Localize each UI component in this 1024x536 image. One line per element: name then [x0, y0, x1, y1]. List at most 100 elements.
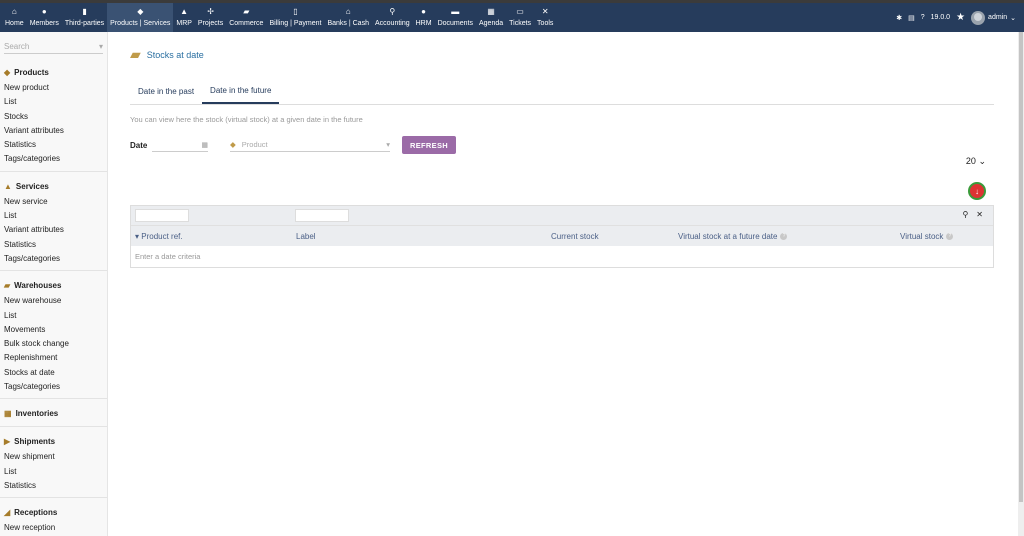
user-name: admin — [988, 14, 1008, 21]
menu-item-label: Tools — [537, 20, 554, 27]
sort-desc-icon: ▾ — [135, 232, 140, 241]
filter-bar: Date ▦ ◆ Product ▾ REFRESH — [130, 136, 994, 154]
boxes-icon: ▰ — [4, 281, 11, 291]
print-icon[interactable]: ▤ — [908, 14, 915, 22]
table-header-row: ▾ Product ref. Label Current stock Virtu… — [131, 225, 993, 246]
bookmark-star-icon[interactable]: ★ — [956, 12, 965, 23]
menu-item-tools[interactable]: ✕ Tools — [534, 3, 556, 32]
menu-item-label: HRM — [415, 20, 432, 27]
sidebar-item-variant-attributes[interactable]: Variant attributes — [0, 124, 107, 138]
sidebar-section-label: Warehouses — [14, 281, 62, 291]
ticket-icon: ▭ — [516, 7, 524, 16]
box-icon: ▰ — [130, 46, 141, 62]
page-size-select[interactable]: 20 ⌄ — [966, 156, 986, 167]
sidebar-section-title[interactable]: ▦ Inventories — [0, 405, 107, 422]
sidebar-item-replenishment[interactable]: Replenishment — [0, 351, 107, 365]
help-icon[interactable]: ? — [921, 14, 925, 21]
menu-item-products-services[interactable]: ◆ Products | Services — [107, 3, 174, 32]
menu-item-label: Members — [29, 20, 59, 27]
menu-item-projects[interactable]: ✢ Projects — [195, 3, 226, 32]
label-filter-input[interactable] — [295, 209, 349, 222]
menu-item-commerce[interactable]: ▰ Commerce — [226, 3, 266, 32]
sidebar-section-title[interactable]: ▲ Services — [0, 178, 107, 195]
product-ref-filter-input[interactable] — [135, 209, 189, 222]
briefcase-icon: ▰ — [243, 7, 250, 16]
sidebar-item-list[interactable]: List — [0, 209, 107, 223]
sidebar-section-products: ◆ Products New product List Stocks Variant at… — [0, 64, 107, 172]
menu-item-hrm[interactable]: ● HRM — [413, 3, 435, 32]
avatar — [971, 10, 986, 25]
sidebar-item-new-shipment[interactable]: New shipment — [0, 450, 107, 464]
boxes-stacked-icon: ▦ — [4, 409, 12, 419]
search-icon[interactable]: ⚲ — [962, 210, 968, 219]
cube-icon: ◆ — [4, 68, 11, 77]
product-select[interactable]: ◆ Product ▾ — [230, 138, 390, 152]
empty-message-row: Enter a date criteria — [131, 246, 993, 267]
menu-item-label: Commerce — [229, 20, 264, 27]
menu-item-agenda[interactable]: ▦ Agenda — [476, 3, 506, 32]
close-icon[interactable]: ✕ — [976, 210, 983, 219]
sidebar-item-stocks[interactable]: Stocks — [0, 110, 107, 124]
sidebar-item-statistics[interactable]: Statistics — [0, 138, 107, 152]
tab-date-in-the-future[interactable]: Date in the future — [202, 79, 280, 104]
sidebar-item-new-product[interactable]: New product — [0, 81, 107, 95]
column-product-ref[interactable]: ▾ Product ref. — [135, 232, 183, 241]
sidebar-section-title[interactable]: ◆ Products — [0, 64, 107, 81]
version-label: 19.0.0 — [930, 14, 951, 21]
column-virtual-stock-future[interactable]: Virtual stock at a future date? — [678, 232, 788, 241]
date-field[interactable]: ▦ — [152, 138, 208, 152]
sidebar-item-new-service[interactable]: New service — [0, 195, 107, 209]
sidebar-section-title[interactable]: ◢ Receptions — [0, 504, 107, 521]
tab-date-in-the-past[interactable]: Date in the past — [130, 79, 202, 104]
sidebar-item-movements[interactable]: Movements — [0, 323, 107, 337]
menu-item-third-parties[interactable]: ▮ Third-parties — [62, 3, 107, 32]
sidebar-section-title[interactable]: ▶ Shipments — [0, 433, 107, 450]
sidebar-item-tags-categories[interactable]: Tags/categories — [0, 252, 107, 266]
page-title-text: Stocks at date — [146, 49, 204, 60]
menu-item-tickets[interactable]: ▭ Tickets — [506, 3, 534, 32]
sidebar-item-list[interactable]: List — [0, 309, 107, 323]
sidebar-item-tags-categories[interactable]: Tags/categories — [0, 380, 107, 394]
sidebar-item-list[interactable]: List — [0, 465, 107, 479]
user-menu[interactable]: admin ⌄ — [971, 10, 1016, 25]
help-icon: ? — [946, 233, 954, 241]
menu-item-documents[interactable]: ▬ Documents — [435, 3, 476, 32]
refresh-button[interactable]: REFRESH — [402, 136, 456, 154]
sidebar-item-new-warehouse[interactable]: New warehouse — [0, 294, 107, 308]
sidebar-item-tags-categories[interactable]: Tags/categories — [0, 152, 107, 166]
column-current-stock[interactable]: Current stock — [551, 232, 599, 241]
search-input[interactable]: Search — [4, 42, 29, 51]
sidebar-section-title[interactable]: ▰ Warehouses — [0, 277, 107, 294]
sidebar-item-new-reception[interactable]: New reception — [0, 521, 107, 535]
export-csv-icon[interactable]: ↓ — [968, 182, 986, 200]
sidebar-item-statistics[interactable]: Statistics — [0, 479, 107, 493]
dolly-icon: ▶ — [4, 437, 11, 447]
sidebar-section-label: Shipments — [14, 437, 56, 447]
truck-icon: ◢ — [4, 508, 11, 518]
sidebar-item-bulk-stock-change[interactable]: Bulk stock change — [0, 337, 107, 351]
sidebar-item-stocks-at-date[interactable]: Stocks at date — [0, 366, 107, 380]
menu-item-home[interactable]: ⌂ Home — [2, 3, 27, 32]
menu-item-members[interactable]: ● Members — [27, 3, 62, 32]
column-label[interactable]: Label — [296, 232, 316, 241]
sidebar-item-statistics[interactable]: Statistics — [0, 238, 107, 252]
cubes-icon: ▲ — [180, 7, 189, 16]
sidebar-search[interactable]: Search ▾ — [4, 40, 103, 54]
chevron-down-icon: ▾ — [386, 140, 390, 149]
calendar-icon[interactable]: ▦ — [201, 141, 208, 149]
column-virtual-stock[interactable]: Virtual stock? — [900, 232, 954, 241]
sidebar-section-receptions: ◢ReceptionsNew receptionList — [0, 504, 107, 536]
menu-item-billing-payment[interactable]: ▯ Billing | Payment — [266, 3, 324, 32]
sidebar-section-warehouses: ▰ Warehouses New warehouse List Movements Bul… — [0, 277, 107, 400]
page-scrollbar[interactable] — [1018, 32, 1024, 536]
menu-item-accounting[interactable]: ⚲ Accounting — [372, 3, 413, 32]
sidebar-item-list[interactable]: List — [0, 95, 107, 109]
menu-item-label: MRP — [176, 20, 192, 27]
sidebar-section-label: Receptions — [14, 508, 58, 518]
menu-item-banks-cash[interactable]: ⌂ Banks | Cash — [324, 3, 372, 32]
page-size-value: 20 — [965, 156, 976, 166]
menu-item-mrp[interactable]: ▲ MRP — [173, 3, 195, 32]
user-tie-icon: ● — [421, 7, 427, 16]
sidebar-item-variant-attributes[interactable]: Variant attributes — [0, 223, 107, 237]
bug-icon[interactable]: ✱ — [896, 14, 902, 22]
